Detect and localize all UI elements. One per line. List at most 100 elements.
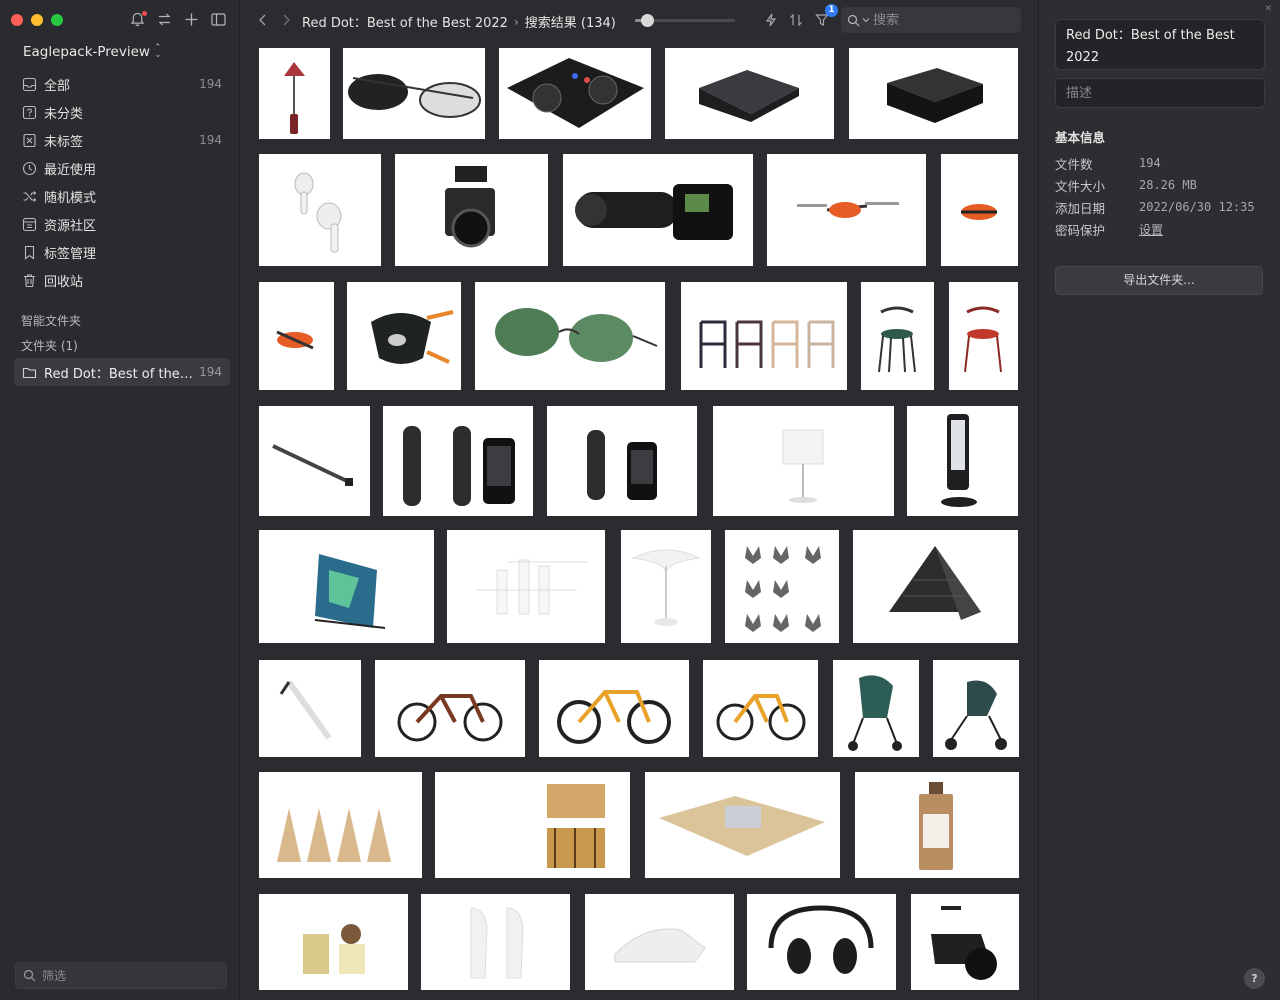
inspector-panel: ✕ Red Dot：Best of the Best 2022 基本信息 文件数… bbox=[1038, 0, 1280, 1000]
thumbnail-payment-terminal[interactable] bbox=[907, 406, 1018, 516]
thumbnail-white-sneakers[interactable] bbox=[421, 894, 570, 990]
thumbnail-faucets[interactable] bbox=[447, 530, 605, 643]
breadcrumb-current: 搜索结果 (134) bbox=[524, 16, 616, 31]
info-heading: 基本信息 bbox=[1055, 130, 1106, 145]
bell-icon[interactable] bbox=[129, 11, 147, 28]
thumbnail-fragrance-bottle[interactable] bbox=[855, 772, 1019, 878]
thumbnail-stroller-green[interactable] bbox=[833, 660, 919, 757]
thumbnail-kids-bike-small[interactable] bbox=[703, 660, 818, 757]
thumbnail-cardboard-kit[interactable] bbox=[645, 772, 840, 878]
thumbnail-white-lamp[interactable] bbox=[713, 406, 894, 516]
folder-title-field[interactable]: Red Dot：Best of the Best 2022 bbox=[1055, 19, 1265, 70]
forward-button[interactable] bbox=[276, 10, 296, 30]
info-row-added-date: 添加日期 2022/06/30 12:35 bbox=[1055, 196, 1265, 218]
sidebar-toolbar bbox=[129, 11, 227, 28]
search-box bbox=[841, 7, 1021, 33]
thumbnail-kids-bike-orange[interactable] bbox=[539, 660, 689, 757]
sidebar-item-random[interactable]: 随机模式 bbox=[14, 182, 230, 210]
thumbnail-corkscrew[interactable] bbox=[259, 660, 361, 757]
help-button[interactable]: ? bbox=[1244, 968, 1265, 989]
sidebar-item-count: 194 bbox=[199, 77, 222, 91]
smart-folders-heading[interactable]: 智能文件夹 bbox=[21, 312, 81, 329]
thumbnail-drone-folded[interactable] bbox=[941, 154, 1018, 266]
thumbnail-earbuds[interactable] bbox=[259, 154, 381, 266]
thumbnail-size-slider[interactable] bbox=[635, 14, 735, 27]
search-icon bbox=[23, 969, 36, 982]
plus-icon[interactable] bbox=[183, 11, 200, 28]
action-button[interactable] bbox=[761, 10, 781, 30]
thumbnail-cardboard-box[interactable] bbox=[435, 772, 630, 878]
thumbnail-red-chair[interactable] bbox=[949, 282, 1018, 390]
thumbnail-telephoto-camera[interactable] bbox=[563, 154, 753, 266]
sidebar-item-label: 回收站 bbox=[44, 274, 84, 290]
chevron-down-icon[interactable] bbox=[862, 16, 870, 24]
thumbnail-oled-tv[interactable] bbox=[259, 530, 434, 643]
library-name: Eaglepack-Preview bbox=[23, 44, 150, 60]
thumbnail-perfume-set[interactable] bbox=[259, 894, 408, 990]
slider-handle[interactable] bbox=[641, 14, 654, 27]
thumbnail-ultrasound-single[interactable] bbox=[547, 406, 697, 516]
sidebar-item-recent[interactable]: 最近使用 bbox=[14, 154, 230, 182]
filter-input[interactable] bbox=[42, 968, 212, 983]
library-switcher[interactable]: Eaglepack-Preview ⌃ ⌄ bbox=[23, 44, 161, 61]
sidebar-item-untagged[interactable]: 未标签 194 bbox=[14, 126, 230, 154]
community-icon bbox=[22, 217, 37, 232]
info-key: 文件数 bbox=[1055, 156, 1093, 172]
thumbnail-ultrasound-probes[interactable] bbox=[383, 406, 533, 516]
thumbnail-umbrella[interactable] bbox=[621, 530, 711, 643]
thumbnail-cinema-camera[interactable] bbox=[395, 154, 548, 266]
back-button[interactable] bbox=[253, 10, 273, 30]
thumbnail-ebike-brown[interactable] bbox=[375, 660, 525, 757]
thumbnail-folded-forms[interactable] bbox=[725, 530, 839, 643]
thumbnail-white-shoe[interactable] bbox=[585, 894, 734, 990]
sync-icon[interactable] bbox=[156, 11, 173, 28]
sidebar-item-label: 随机模式 bbox=[44, 190, 97, 206]
thumbnail-scooter-wheel[interactable] bbox=[911, 894, 1019, 990]
folder-label: Red Dot：Best of the ... bbox=[44, 366, 194, 382]
set-password-link[interactable]: 设置 bbox=[1139, 221, 1163, 238]
sidebar-item-trash[interactable]: 回收站 bbox=[14, 266, 230, 294]
filter-count-badge: 1 bbox=[825, 4, 838, 17]
sort-button[interactable] bbox=[786, 10, 806, 30]
breadcrumb-folder[interactable]: Red Dot：Best of the Best 2022 bbox=[302, 12, 508, 31]
thumbnail-black-box[interactable] bbox=[849, 48, 1018, 139]
sidebar-item-label: 全部 bbox=[44, 78, 71, 94]
question-box-icon bbox=[22, 105, 37, 120]
folder-count: 194 bbox=[199, 365, 222, 379]
thumbnail-face-mask[interactable] bbox=[347, 282, 461, 390]
close-window-button[interactable] bbox=[11, 14, 23, 26]
sidebar-item-uncategorized[interactable]: 未分类 bbox=[14, 98, 230, 126]
close-icon[interactable]: ✕ bbox=[1264, 4, 1272, 14]
thumbnail-sunglasses-flat[interactable] bbox=[343, 48, 485, 139]
thumbnail-four-chairs[interactable] bbox=[681, 282, 847, 390]
search-input[interactable] bbox=[873, 12, 1013, 28]
sidebar-item-community[interactable]: 资源社区 bbox=[14, 210, 230, 238]
thumbnail-pyramid-panel[interactable] bbox=[853, 530, 1018, 643]
thumbnail-orange-drone[interactable] bbox=[767, 154, 926, 266]
sidebar-toggle-icon[interactable] bbox=[210, 11, 227, 28]
filter-button[interactable]: 1 bbox=[812, 4, 838, 30]
info-table: 文件数 194 文件大小 28.26 MB 添加日期 2022/06/30 12… bbox=[1055, 152, 1265, 240]
sidebar-item-all[interactable]: 全部 194 bbox=[14, 70, 230, 98]
folders-heading[interactable]: 文件夹 (1) bbox=[21, 337, 78, 354]
thumbnail-mini-pc[interactable] bbox=[665, 48, 834, 139]
thumbnail-floor-lamp[interactable] bbox=[259, 48, 330, 139]
thumbnail-headphones[interactable] bbox=[747, 894, 896, 990]
thumbnail-green-sunglasses[interactable] bbox=[475, 282, 665, 390]
thumbnail-wooden-hooks[interactable] bbox=[259, 772, 422, 878]
sidebar-nav: 全部 194 未分类 未标签 194 最近使用 随机模式 资源社区 标签管理 回… bbox=[14, 70, 230, 294]
thumbnail-stroller-dark[interactable] bbox=[933, 660, 1019, 757]
thumbnail-drone-small[interactable] bbox=[259, 282, 334, 390]
info-row-file-size: 文件大小 28.26 MB bbox=[1055, 174, 1265, 196]
thumbnail-dj-controller[interactable] bbox=[499, 48, 651, 139]
sidebar-item-tags[interactable]: 标签管理 bbox=[14, 238, 230, 266]
chevron-right-icon bbox=[283, 14, 290, 26]
sort-icon bbox=[790, 13, 802, 27]
minimize-window-button[interactable] bbox=[31, 14, 43, 26]
thumbnail-green-chair[interactable] bbox=[861, 282, 934, 390]
thumbnail-light-bar[interactable] bbox=[259, 406, 370, 516]
description-input[interactable] bbox=[1066, 85, 1254, 101]
sidebar-folder-red-dot[interactable]: Red Dot：Best of the ... 194 bbox=[14, 358, 230, 386]
export-folder-button[interactable]: 导出文件夹... bbox=[1055, 266, 1263, 295]
zoom-window-button[interactable] bbox=[51, 14, 63, 26]
